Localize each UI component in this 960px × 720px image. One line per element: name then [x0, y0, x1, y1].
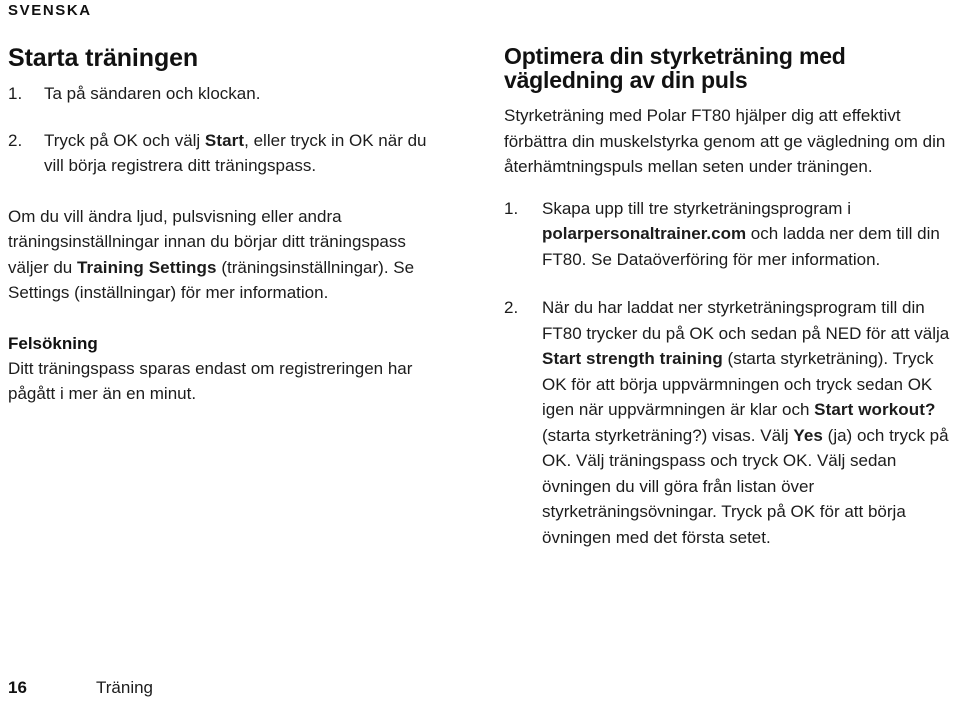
manual-page: SVENSKA Starta träningen 1. Ta på sändar… — [0, 0, 960, 720]
training-settings-paragraph: Om du vill ändra ljud, pulsvisning eller… — [8, 206, 415, 303]
step-text: När du har laddat ner styrketräningsprog… — [542, 298, 950, 547]
start-training-step-list: 1. Ta på sändaren och klockan. 2. Tryck … — [8, 81, 440, 179]
device-menu-term: Yes — [793, 425, 823, 445]
device-menu-term: Start strength training — [542, 349, 723, 368]
left-section-heading: Starta träningen — [8, 44, 199, 72]
running-head-language: SVENSKA — [8, 2, 92, 19]
page-footer: 16 Träning — [8, 676, 952, 702]
step-text: Skapa upp till tre styrketräningsprogram… — [542, 198, 940, 269]
device-menu-term: Start — [204, 130, 245, 150]
step-number: 2. — [504, 298, 519, 317]
strength-training-step-list: 1. Skapa upp till tre styrketräningsprog… — [504, 196, 960, 551]
step-number: 1. — [504, 198, 519, 218]
two-column-body: Starta träningen 1. Ta på sändaren och k… — [0, 44, 960, 644]
step-text: Tryck på OK och välj Start, eller tryck … — [44, 130, 427, 176]
emphasis-text: polarpersonaltrainer.com — [542, 224, 747, 243]
strength-training-intro: Styrketräning med Polar FT80 hjälper dig… — [504, 106, 946, 176]
list-item: 2. När du har laddat ner styrketräningsp… — [504, 295, 960, 550]
list-item: 1. Skapa upp till tre styrketräningsprog… — [504, 196, 960, 273]
device-menu-term: Start workout? — [814, 400, 936, 419]
device-menu-term: Training Settings — [76, 257, 217, 277]
left-column: Starta träningen 1. Ta på sändaren och k… — [8, 44, 440, 407]
troubleshooting-subheading: Felsökning — [8, 333, 98, 353]
step-text: Ta på sändaren och klockan. — [44, 84, 261, 103]
page-number: 16 — [8, 678, 27, 697]
right-section-heading: Optimera din styrketräning med väglednin… — [504, 43, 846, 93]
step-number: 2. — [8, 130, 23, 150]
list-item: 2. Tryck på OK och välj Start, eller try… — [8, 128, 440, 179]
step-number: 1. — [8, 84, 23, 103]
chapter-name: Träning — [96, 678, 154, 697]
right-column: Optimera din styrketräning med väglednin… — [504, 44, 960, 550]
list-item: 1. Ta på sändaren och klockan. — [8, 81, 440, 107]
troubleshooting-paragraph: Ditt träningspass sparas endast om regis… — [8, 358, 413, 404]
